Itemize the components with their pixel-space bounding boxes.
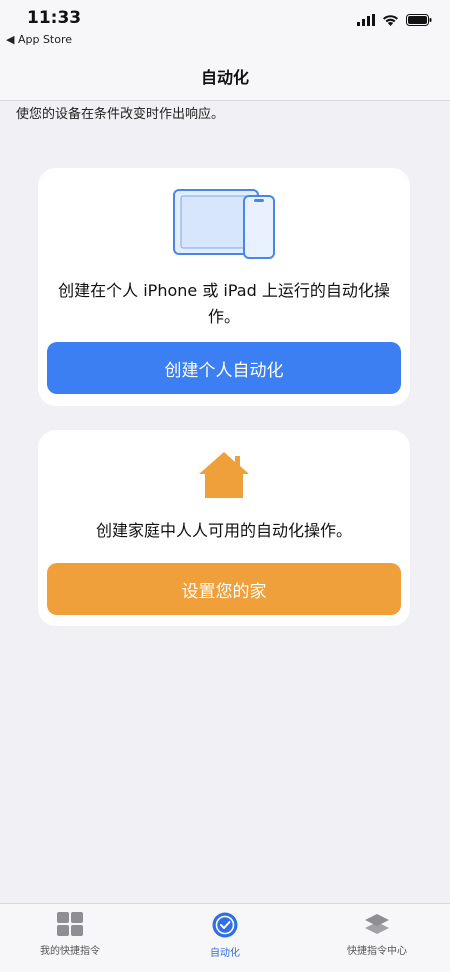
tab-automation[interactable]: 自动化 — [170, 912, 280, 959]
layers-icon — [365, 914, 389, 934]
clock-check-icon — [212, 912, 238, 938]
signal-icon — [357, 14, 375, 26]
home-automation-description: 创建家庭中人人可用的自动化操作。 — [95, 521, 352, 540]
status-icons — [357, 14, 432, 26]
home-automation-card: 创建家庭中人人可用的自动化操作。 设置您的家 — [38, 430, 410, 626]
personal-automation-description: 创建在个人 iPhone 或 iPad 上运行的自动化操作。 — [58, 281, 390, 326]
tab-bar: 我的快捷指令 自动化 快捷指令中心 — [0, 903, 450, 972]
create-personal-automation-button[interactable]: 创建个人自动化 — [47, 342, 401, 394]
battery-icon — [406, 14, 432, 26]
tab-label: 我的快捷指令 — [40, 946, 100, 957]
tab-label: 快捷指令中心 — [347, 946, 407, 957]
status-bar: 11:33 ◀ App Store — [0, 0, 450, 50]
tab-gallery[interactable]: 快捷指令中心 — [322, 912, 432, 957]
grid-icon — [57, 912, 83, 936]
wifi-icon — [383, 15, 398, 26]
tab-label: 自动化 — [210, 948, 240, 959]
house-icon — [199, 452, 249, 498]
tab-my-shortcuts[interactable]: 我的快捷指令 — [15, 912, 125, 957]
set-up-home-button[interactable]: 设置您的家 — [47, 563, 401, 615]
ipad-iphone-icon — [173, 189, 275, 259]
page-subtitle: 使您的设备在条件改变时作出响应。 — [16, 107, 225, 122]
status-time: 11:33 — [27, 8, 82, 28]
navigation-bar: 自动化 — [0, 50, 450, 101]
page-title: 自动化 — [200, 68, 249, 87]
back-to-app-store-link[interactable]: ◀ App Store — [6, 33, 72, 46]
personal-automation-card: 创建在个人 iPhone 或 iPad 上运行的自动化操作。 创建个人自动化 — [38, 168, 410, 406]
